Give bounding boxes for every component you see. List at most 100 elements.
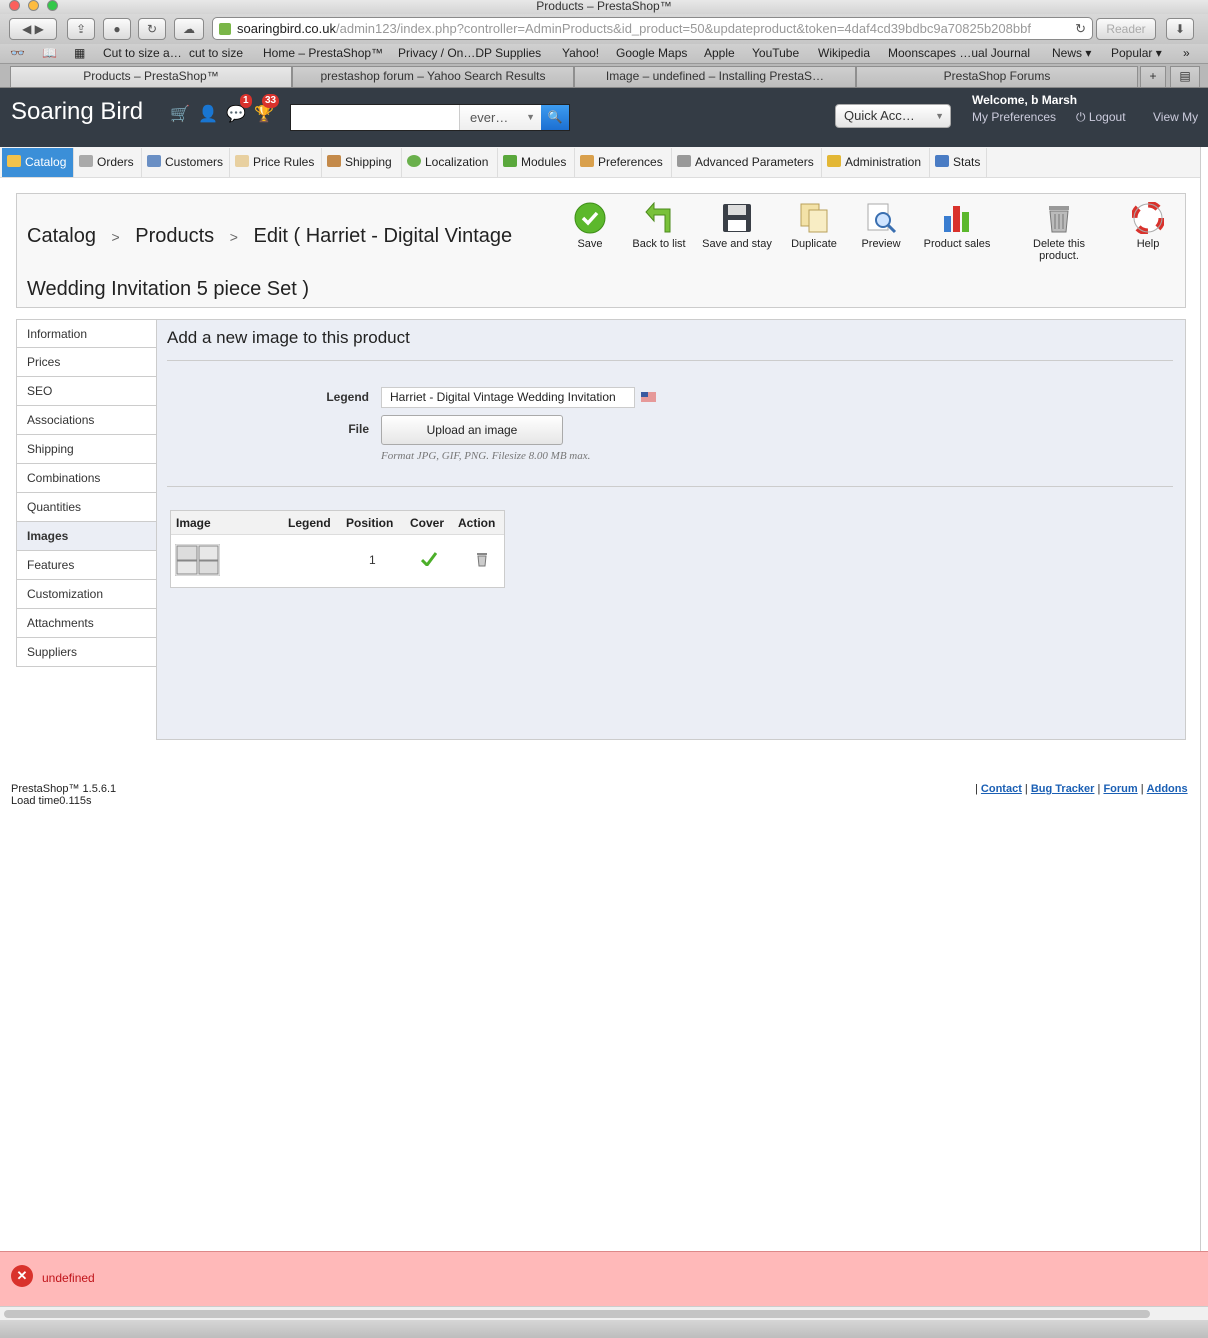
horizontal-scrollbar[interactable] — [0, 1306, 1208, 1320]
new-customers-icon[interactable]: 👤 — [198, 106, 218, 124]
bookmark-item[interactable]: cut to size — [189, 46, 243, 60]
help-button[interactable]: Help — [1103, 202, 1193, 250]
delete-image-icon[interactable] — [476, 552, 488, 567]
view-my-shop-link[interactable]: View My — [1153, 110, 1198, 124]
close-window-icon[interactable] — [9, 0, 20, 11]
my-preferences-link[interactable]: My Preferences — [972, 110, 1056, 124]
browser-tab[interactable]: Image – undefined – Installing PrestaS… — [574, 66, 856, 87]
browser-tab[interactable]: PrestaShop Forums — [856, 66, 1138, 87]
tab-overview-icon[interactable]: ▤ — [1170, 66, 1200, 87]
top-sites-grid-icon[interactable]: ▦ — [74, 46, 85, 60]
toolbar-label: Preview — [861, 238, 901, 250]
footer-link-contact[interactable]: Contact — [981, 783, 1022, 795]
shop-logo[interactable]: Soaring Bird — [11, 98, 143, 126]
legend-label: Legend — [326, 390, 369, 404]
error-close-icon[interactable]: ✕ — [11, 1265, 33, 1287]
trophy-icon[interactable]: 🏆 — [254, 106, 274, 124]
nav-stats[interactable]: Stats — [930, 148, 987, 177]
cover-check-icon[interactable] — [421, 552, 437, 566]
tab-images[interactable]: Images — [16, 522, 157, 551]
bookmark-item[interactable]: Popular ▾ — [1111, 46, 1162, 60]
nav-customers[interactable]: Customers — [142, 148, 230, 177]
tab-associations[interactable]: Associations — [16, 406, 157, 435]
top-sites-icon[interactable]: ● — [103, 18, 131, 40]
search-input[interactable] — [293, 107, 458, 128]
nav-modules[interactable]: Modules — [498, 148, 575, 177]
reading-list-icon[interactable]: 👓 — [10, 46, 25, 60]
upload-image-button[interactable]: Upload an image — [381, 415, 563, 445]
zoom-window-icon[interactable] — [47, 0, 58, 11]
bookmark-item[interactable]: Privacy / On…DP Supplies — [398, 46, 541, 60]
reader-button[interactable]: Reader — [1096, 18, 1156, 40]
tab-customization[interactable]: Customization — [16, 580, 157, 609]
search-scope-select[interactable]: ever… ▼ — [459, 105, 541, 130]
tab-seo[interactable]: SEO — [16, 377, 157, 406]
legend-value: Harriet - Digital Vintage Wedding Invita… — [390, 390, 616, 404]
product-sales-button[interactable]: Product sales — [912, 202, 1002, 250]
nav-advanced-parameters[interactable]: Advanced Parameters — [672, 148, 822, 177]
tab-shipping[interactable]: Shipping — [16, 435, 157, 464]
downloads-icon[interactable]: ⬇ — [1166, 18, 1194, 40]
page-right-edge — [1200, 147, 1208, 1251]
browser-tabs: Products – PrestaShop™ prestashop forum … — [0, 64, 1208, 88]
back-forward-buttons[interactable]: ◀ ▶ — [9, 18, 57, 40]
wrench-icon — [677, 155, 691, 167]
nav-price-rules[interactable]: Price Rules — [230, 148, 322, 177]
bookmark-item[interactable]: Google Maps — [616, 46, 687, 60]
icloud-icon[interactable]: ☁ — [174, 18, 204, 40]
messages-icon[interactable]: 💬 — [226, 106, 246, 124]
tab-combinations[interactable]: Combinations — [16, 464, 157, 493]
search-button[interactable]: 🔍 — [541, 105, 569, 130]
new-tab-icon[interactable]: + — [1140, 66, 1166, 87]
footer-link-addons[interactable]: Addons — [1147, 783, 1188, 795]
bookmark-item[interactable]: Apple — [704, 46, 735, 60]
footer-link-bug-tracker[interactable]: Bug Tracker — [1031, 783, 1095, 795]
footer-link-forum[interactable]: Forum — [1103, 783, 1137, 795]
legend-input[interactable]: Harriet - Digital Vintage Wedding Invita… — [381, 387, 635, 408]
tab-prices[interactable]: Prices — [16, 348, 157, 377]
bookmark-item[interactable]: Moonscapes …ual Journal — [888, 46, 1030, 60]
back-to-list-button[interactable]: Back to list — [614, 202, 704, 250]
bookmark-item[interactable]: Home – PrestaShop™ — [263, 46, 383, 60]
bookmark-item[interactable]: Cut to size a… — [103, 46, 182, 60]
bookmark-item[interactable]: Wikipedia — [818, 46, 870, 60]
bookmark-item[interactable]: News ▾ — [1052, 46, 1091, 60]
nav-administration[interactable]: Administration — [822, 148, 930, 177]
reload-icon[interactable]: ↻ — [1075, 18, 1086, 39]
nav-catalog[interactable]: Catalog — [2, 148, 74, 177]
breadcrumb-catalog[interactable]: Catalog — [27, 225, 96, 247]
nav-preferences[interactable]: Preferences — [575, 148, 672, 177]
delete-product-button[interactable]: Delete this product. — [1014, 202, 1104, 262]
url-bar[interactable]: soaringbird.co.uk/admin123/index.php?con… — [212, 17, 1093, 40]
share-icon[interactable]: ⇪ — [67, 18, 95, 40]
breadcrumb-products[interactable]: Products — [135, 225, 214, 247]
product-thumbnail[interactable] — [175, 544, 220, 576]
quick-access-select[interactable]: Quick Acc… ▼ — [835, 104, 951, 128]
bookmark-item[interactable]: YouTube — [752, 46, 799, 60]
nav-shipping[interactable]: Shipping — [322, 148, 402, 177]
tab-suppliers[interactable]: Suppliers — [16, 638, 157, 667]
tab-features[interactable]: Features — [16, 551, 157, 580]
bookmark-item[interactable]: Yahoo! — [562, 46, 599, 60]
us-flag-icon[interactable] — [641, 392, 656, 402]
preferences-icon — [580, 155, 594, 167]
bookmarks-book-icon[interactable]: 📖 — [42, 46, 57, 60]
nav-orders[interactable]: Orders — [74, 148, 142, 177]
tab-attachments[interactable]: Attachments — [16, 609, 157, 638]
browser-tab[interactable]: Products – PrestaShop™ — [10, 66, 292, 87]
scrollbar-thumb[interactable] — [4, 1310, 1150, 1318]
puzzle-icon — [503, 155, 517, 167]
site-favicon-icon — [219, 23, 231, 35]
browser-tab[interactable]: prestashop forum – Yahoo Search Results — [292, 66, 574, 87]
price-tag-icon — [235, 155, 249, 167]
tab-quantities[interactable]: Quantities — [16, 493, 157, 522]
minimize-window-icon[interactable] — [28, 0, 39, 11]
nav-localization[interactable]: Localization — [402, 148, 498, 177]
more-bookmarks-icon[interactable]: » — [1183, 46, 1190, 60]
cart-icon[interactable]: 🛒 — [170, 106, 190, 124]
logout-link[interactable]: ⏻ Logout — [1076, 110, 1126, 125]
nav-label: Stats — [953, 155, 981, 169]
history-icon[interactable]: ↻ — [138, 18, 166, 40]
folder-icon — [7, 155, 21, 167]
tab-information[interactable]: Information — [16, 319, 157, 348]
